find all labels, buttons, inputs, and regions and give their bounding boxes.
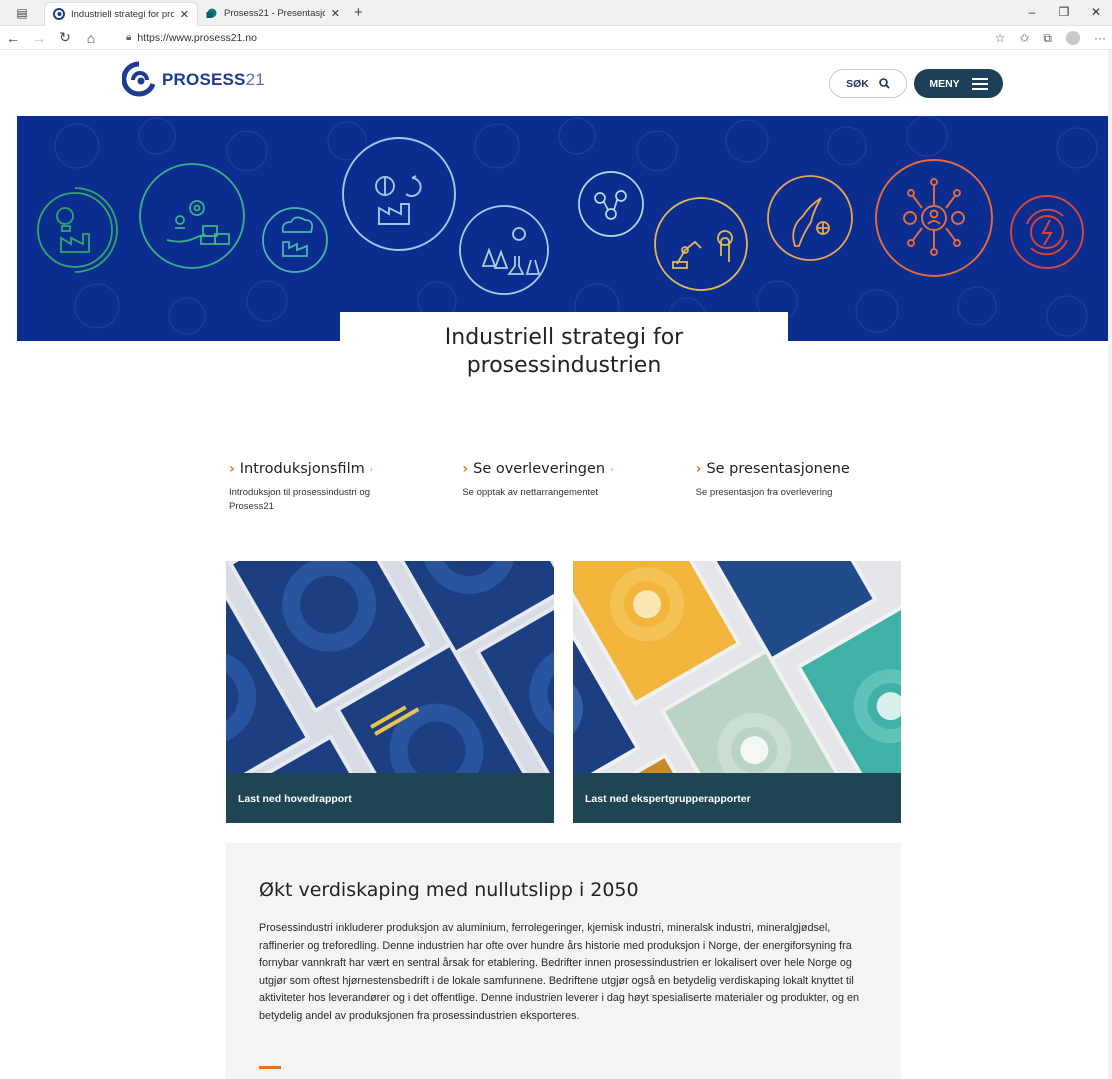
- energy-cycle-icon: [1010, 195, 1084, 269]
- quick-links: › Introduksjonsfilm › Introduksjon til p…: [229, 461, 929, 514]
- maximize-icon[interactable]: ❐: [1048, 0, 1080, 26]
- forward-icon[interactable]: →: [26, 30, 52, 46]
- page-scrollbar[interactable]: [1108, 50, 1112, 1079]
- address-bar: ← → ↻ ⌂ 🔒︎ https://www.prosess21.no ☆ ✩ …: [0, 26, 1112, 50]
- hand-gear-boxes-icon: [139, 163, 245, 269]
- co2-cloud-factory-icon: [262, 207, 328, 273]
- close-tab-icon[interactable]: ✕: [331, 7, 340, 20]
- search-icon: [879, 78, 890, 89]
- favorites-list-icon[interactable]: ✩: [1019, 31, 1029, 45]
- tab-presentasjoner[interactable]: Prosess21 - Presentasjoner - Allm ✕: [198, 2, 348, 26]
- link-presentasjonene[interactable]: › Se presentasjonene Se presentasjon fra…: [696, 461, 929, 514]
- brain-factory-icon: [342, 137, 456, 251]
- more-icon[interactable]: ···: [1094, 31, 1106, 45]
- toolbar-right: ☆ ✩ ⧉ ···: [995, 26, 1106, 50]
- tab-title: Industriell strategi for prosessind: [71, 8, 174, 20]
- section-heading: Økt verdiskaping med nullutslipp i 2050: [259, 879, 639, 901]
- page-title: Industriell strategi for prosessindustrie…: [444, 325, 684, 378]
- card-hovedrapport[interactable]: Last ned hovedrapport: [226, 561, 554, 823]
- prosess21-logo-icon: [122, 61, 156, 97]
- close-window-icon[interactable]: ✕: [1080, 0, 1112, 26]
- prosess21-favicon-icon: [53, 8, 65, 20]
- back-icon[interactable]: ←: [0, 30, 26, 46]
- tab-prosess21-home[interactable]: Industriell strategi for prosessind ✕: [44, 1, 198, 26]
- accent-bar: [259, 1066, 281, 1069]
- close-tab-icon[interactable]: ✕: [180, 8, 189, 21]
- hero-illustration: [37, 116, 1098, 337]
- profile-avatar-icon[interactable]: [1066, 31, 1080, 45]
- link-description: Se opptak av nettarrangementet: [462, 487, 599, 498]
- lightbulb-factory-icon: [37, 187, 118, 273]
- site-logo[interactable]: PROSESS21: [122, 61, 265, 99]
- tab-actions-icon[interactable]: ▤: [0, 6, 44, 20]
- hero-banner: [17, 116, 1112, 341]
- norway-globe-icon: [767, 175, 853, 261]
- menu-label: MENY: [929, 77, 960, 90]
- search-button[interactable]: SØK: [829, 69, 907, 98]
- chevron-right-icon: ›: [229, 461, 235, 477]
- search-label: SØK: [846, 77, 869, 90]
- link-title[interactable]: › Introduksjonsfilm ›: [229, 461, 462, 477]
- favorite-icon[interactable]: ☆: [995, 31, 1006, 45]
- minimize-icon[interactable]: –: [1016, 0, 1048, 26]
- arrow-dot-icon: ›: [610, 464, 614, 474]
- link-introduksjonsfilm[interactable]: › Introduksjonsfilm › Introduksjon til p…: [229, 461, 462, 514]
- section-body: Prosessindustri inkluderer produksjon av…: [259, 922, 859, 1022]
- card-ekspertgrupperapporter[interactable]: Last ned ekspertgrupperapporter: [573, 561, 901, 823]
- site-header: PROSESS21 SØK MENY: [0, 50, 1112, 116]
- tab-title: Prosess21 - Presentasjoner - Allm: [224, 8, 325, 19]
- home-icon[interactable]: ⌂: [78, 30, 104, 46]
- link-title[interactable]: › Se overleveringen ›: [462, 461, 695, 477]
- link-description: Se presentasjon fra overlevering: [695, 487, 833, 498]
- network-people-icon: [875, 159, 993, 277]
- collections-icon[interactable]: ⧉: [1043, 31, 1052, 46]
- link-description: Introduksjon til prosessindustri og Pros…: [229, 487, 370, 512]
- url-text: https://www.prosess21.no: [137, 31, 257, 44]
- trees-flasks-icon: [459, 205, 549, 295]
- molecules-icon: [578, 171, 644, 237]
- link-overleveringen[interactable]: › Se overleveringen › Se opptak av netta…: [462, 461, 695, 514]
- chevron-right-icon: ›: [695, 461, 702, 477]
- robot-arm-touch-icon: [654, 197, 748, 291]
- window-controls: – ❐ ✕: [1016, 0, 1112, 26]
- card-label[interactable]: Last ned ekspertgrupperapporter: [573, 773, 901, 823]
- link-title[interactable]: › Se presentasjonene: [696, 461, 929, 477]
- arrow-dot-icon: ›: [369, 464, 373, 474]
- intro-section: Økt verdiskaping med nullutslipp i 2050 …: [226, 843, 901, 1079]
- browser-tab-bar: ▤ Industriell strategi for prosessind ✕ …: [0, 0, 1112, 26]
- card-label[interactable]: Last ned hovedrapport: [226, 773, 554, 823]
- hamburger-icon: [971, 77, 988, 90]
- logo-text: PROSESS21: [162, 70, 265, 89]
- new-tab-icon[interactable]: +: [354, 4, 363, 21]
- url-field[interactable]: 🔒︎ https://www.prosess21.no: [126, 32, 257, 44]
- reload-icon[interactable]: ↻: [52, 29, 78, 46]
- menu-button[interactable]: MENY: [914, 69, 1003, 98]
- chevron-right-icon: ›: [462, 461, 469, 477]
- lock-icon: 🔒︎: [126, 32, 132, 43]
- sharepoint-favicon-icon: [206, 8, 217, 18]
